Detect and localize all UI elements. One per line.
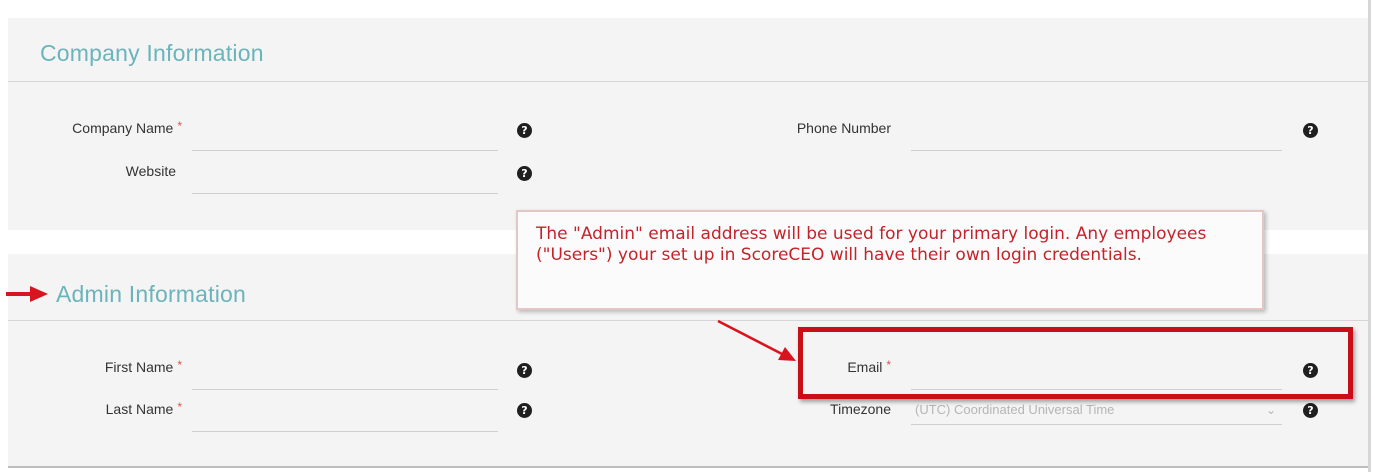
callout-pointer-arrow-icon xyxy=(717,319,796,361)
red-arrow-icon xyxy=(6,286,48,302)
annotation-arrows xyxy=(6,286,796,361)
